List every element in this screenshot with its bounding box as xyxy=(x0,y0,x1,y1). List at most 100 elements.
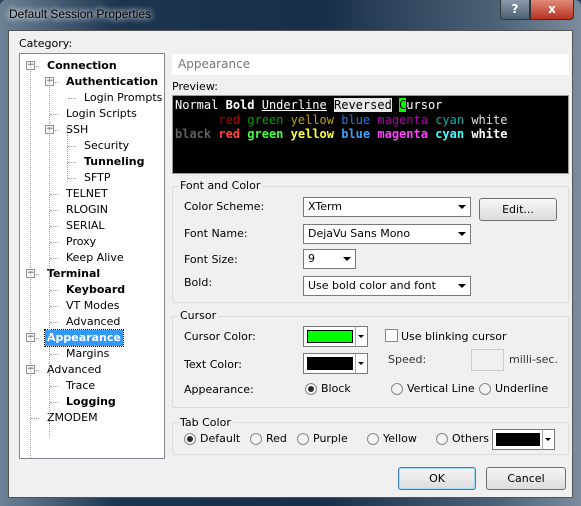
tree-item[interactable]: RLOGIN xyxy=(64,202,110,218)
cursor-color-picker[interactable] xyxy=(303,326,368,347)
tab-color-title: Tab Color xyxy=(178,416,233,429)
bold-value: Use bold color and font xyxy=(308,279,436,292)
preview-color-word: cyan xyxy=(435,127,465,141)
tree-connector xyxy=(50,114,58,115)
speed-label: Speed: xyxy=(388,353,427,366)
radio-circle xyxy=(297,432,309,445)
tree-connector xyxy=(50,258,58,259)
tree-item[interactable]: Login Scripts xyxy=(64,106,139,122)
tree-item[interactable]: Authentication xyxy=(64,74,160,90)
tree-connector xyxy=(31,418,39,419)
tree-item[interactable]: Margins xyxy=(64,346,111,362)
tree-item[interactable]: Proxy xyxy=(64,234,98,250)
preview-color-word: red xyxy=(218,112,241,127)
tree-item[interactable]: Keep Alive xyxy=(64,250,126,266)
text-color-picker[interactable] xyxy=(303,353,368,374)
radio-label: Others xyxy=(452,432,489,445)
radio-underline[interactable]: Underline xyxy=(479,382,548,395)
tree-item[interactable]: SERIAL xyxy=(64,218,106,234)
blinking-cursor-checkbox[interactable] xyxy=(385,329,398,342)
radio-circle xyxy=(391,382,403,395)
radio-label: Vertical Line xyxy=(407,382,475,395)
preview-underline: Underline xyxy=(261,98,327,112)
preview-normal-colors: red green yellow blue magenta cyan white xyxy=(175,113,566,128)
window-title: Default Session Properties xyxy=(9,7,152,21)
tree-item[interactable]: Appearance xyxy=(44,329,124,347)
tree-item[interactable]: Advanced xyxy=(45,362,103,378)
preview-cursor-rest: ursor xyxy=(406,98,443,112)
tree-item[interactable]: VT Modes xyxy=(64,298,121,314)
preview-color-word: green xyxy=(247,127,284,141)
cursor-color-label: Cursor Color: xyxy=(184,330,256,343)
font-size-value: 9 xyxy=(308,252,315,265)
preview-color-word: yellow xyxy=(290,127,334,141)
font-name-select[interactable]: DejaVu Sans Mono xyxy=(303,224,471,244)
radio-label: Underline xyxy=(495,382,549,395)
preview-color-word: green xyxy=(247,112,284,127)
radio-default[interactable]: Default xyxy=(184,432,240,445)
preview-color-word xyxy=(175,113,211,127)
close-button[interactable]: x xyxy=(530,0,574,20)
tree-item[interactable]: Advanced xyxy=(64,314,122,330)
preview-bold: Bold xyxy=(225,98,255,112)
tree-item[interactable]: Tunneling xyxy=(82,154,147,170)
tree-item[interactable]: Terminal xyxy=(45,266,102,282)
tree-item[interactable]: Login Prompts xyxy=(82,90,164,106)
cursor-color-swatch xyxy=(307,330,353,343)
preview-color-word: white xyxy=(471,112,508,127)
category-tree[interactable]: Connection − Authentication − Login Prompts L… xyxy=(19,53,165,459)
text-color-swatch xyxy=(307,357,353,370)
preview-color-word: black xyxy=(175,127,212,141)
font-size-select[interactable]: 9 xyxy=(303,249,356,269)
chevron-down-icon xyxy=(458,232,466,236)
category-label: Category: xyxy=(19,37,73,50)
tree-item[interactable]: Logging xyxy=(64,394,118,410)
speed-input[interactable] xyxy=(471,349,504,371)
font-name-label: Font Name: xyxy=(184,227,248,240)
tree-connector xyxy=(68,162,76,163)
radio-label: Red xyxy=(266,432,287,445)
tree-item[interactable]: Keyboard xyxy=(64,282,127,298)
tree-item[interactable]: SFTP xyxy=(82,170,112,186)
preview-color-word: magenta xyxy=(377,127,428,141)
tree-connector xyxy=(50,354,58,355)
bold-select[interactable]: Use bold color and font xyxy=(303,276,471,296)
edit-button[interactable]: Edit... xyxy=(479,198,557,221)
cursor-title: Cursor xyxy=(178,309,219,322)
chevron-down-icon xyxy=(458,284,466,288)
radio-yellow[interactable]: Yellow xyxy=(367,432,417,445)
tree-item[interactable]: Connection xyxy=(45,58,119,74)
tree-connector xyxy=(68,98,76,99)
tree-item[interactable]: Trace xyxy=(64,378,97,394)
radio-circle xyxy=(250,432,262,445)
color-scheme-label: Color Scheme: xyxy=(184,200,265,213)
preview-reversed: Reversed xyxy=(334,98,392,112)
preview-bold-colors: black red green yellow blue magenta cyan… xyxy=(175,127,566,142)
radio-others[interactable]: Others xyxy=(436,432,489,445)
preview-color-word: red xyxy=(218,127,241,141)
tab-color-picker[interactable] xyxy=(492,429,555,450)
chevron-down-icon xyxy=(542,430,554,449)
chevron-down-icon xyxy=(458,205,466,209)
ok-button[interactable]: OK xyxy=(398,467,476,490)
preview-color-word: yellow xyxy=(290,112,334,127)
tree-connector xyxy=(50,210,58,211)
radio-vertical-line[interactable]: Vertical Line xyxy=(391,382,475,395)
tree-connector xyxy=(50,402,58,403)
cancel-button[interactable]: Cancel xyxy=(486,467,566,490)
radio-red[interactable]: Red xyxy=(250,432,287,445)
tree-item[interactable]: Security xyxy=(82,138,131,154)
tree-connector xyxy=(50,226,58,227)
tree-item[interactable]: ZMODEM xyxy=(45,410,100,426)
radio-block[interactable]: Block xyxy=(305,382,351,395)
color-scheme-select[interactable]: XTerm xyxy=(303,197,471,217)
help-button[interactable]: ? xyxy=(500,0,530,20)
tree-item[interactable]: TELNET xyxy=(64,186,110,202)
tree-connector xyxy=(50,242,58,243)
preview-color-word: cyan xyxy=(435,112,465,127)
radio-label: Yellow xyxy=(383,432,417,445)
preview-color-word: blue xyxy=(341,127,371,141)
radio-purple[interactable]: Purple xyxy=(297,432,348,445)
preview-color-word: blue xyxy=(341,112,371,127)
font-size-label: Font Size: xyxy=(184,253,238,266)
